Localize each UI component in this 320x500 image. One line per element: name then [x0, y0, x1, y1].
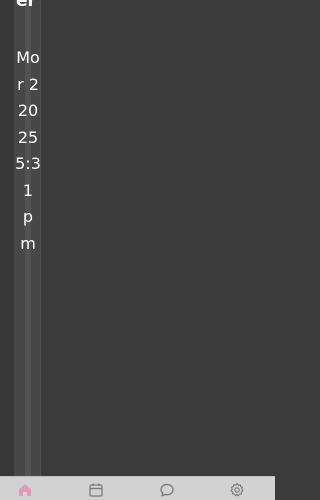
home-icon [19, 484, 31, 496]
nav-calendar-button[interactable] [87, 481, 105, 499]
timestamp-line: 20 [17, 101, 39, 120]
left-edge-strip [0, 0, 14, 476]
nav-settings-button[interactable] [228, 481, 246, 499]
bottom-navigation-bar [0, 476, 275, 500]
app-screen: er Mo r 2 20 25 5:3 1 p m [0, 0, 275, 500]
timestamp-line: r 2 [17, 74, 39, 94]
nav-chat-button[interactable] [158, 481, 176, 499]
chat-icon [160, 483, 174, 497]
timestamp-line: Mo [16, 48, 40, 67]
timestamp-line: 5:3 [15, 154, 41, 173]
timestamp-line: 25 [17, 127, 39, 147]
timestamp-line: m [20, 233, 36, 253]
timestamp-line: p [22, 207, 34, 226]
column-title: er [16, 0, 36, 11]
calendar-icon [89, 483, 103, 497]
column-timestamp: Mo r 2 20 25 5:3 1 p m [14, 45, 42, 257]
timestamp-line: 1 [22, 180, 34, 200]
gear-icon [230, 482, 244, 497]
nav-home-button[interactable] [16, 481, 34, 499]
